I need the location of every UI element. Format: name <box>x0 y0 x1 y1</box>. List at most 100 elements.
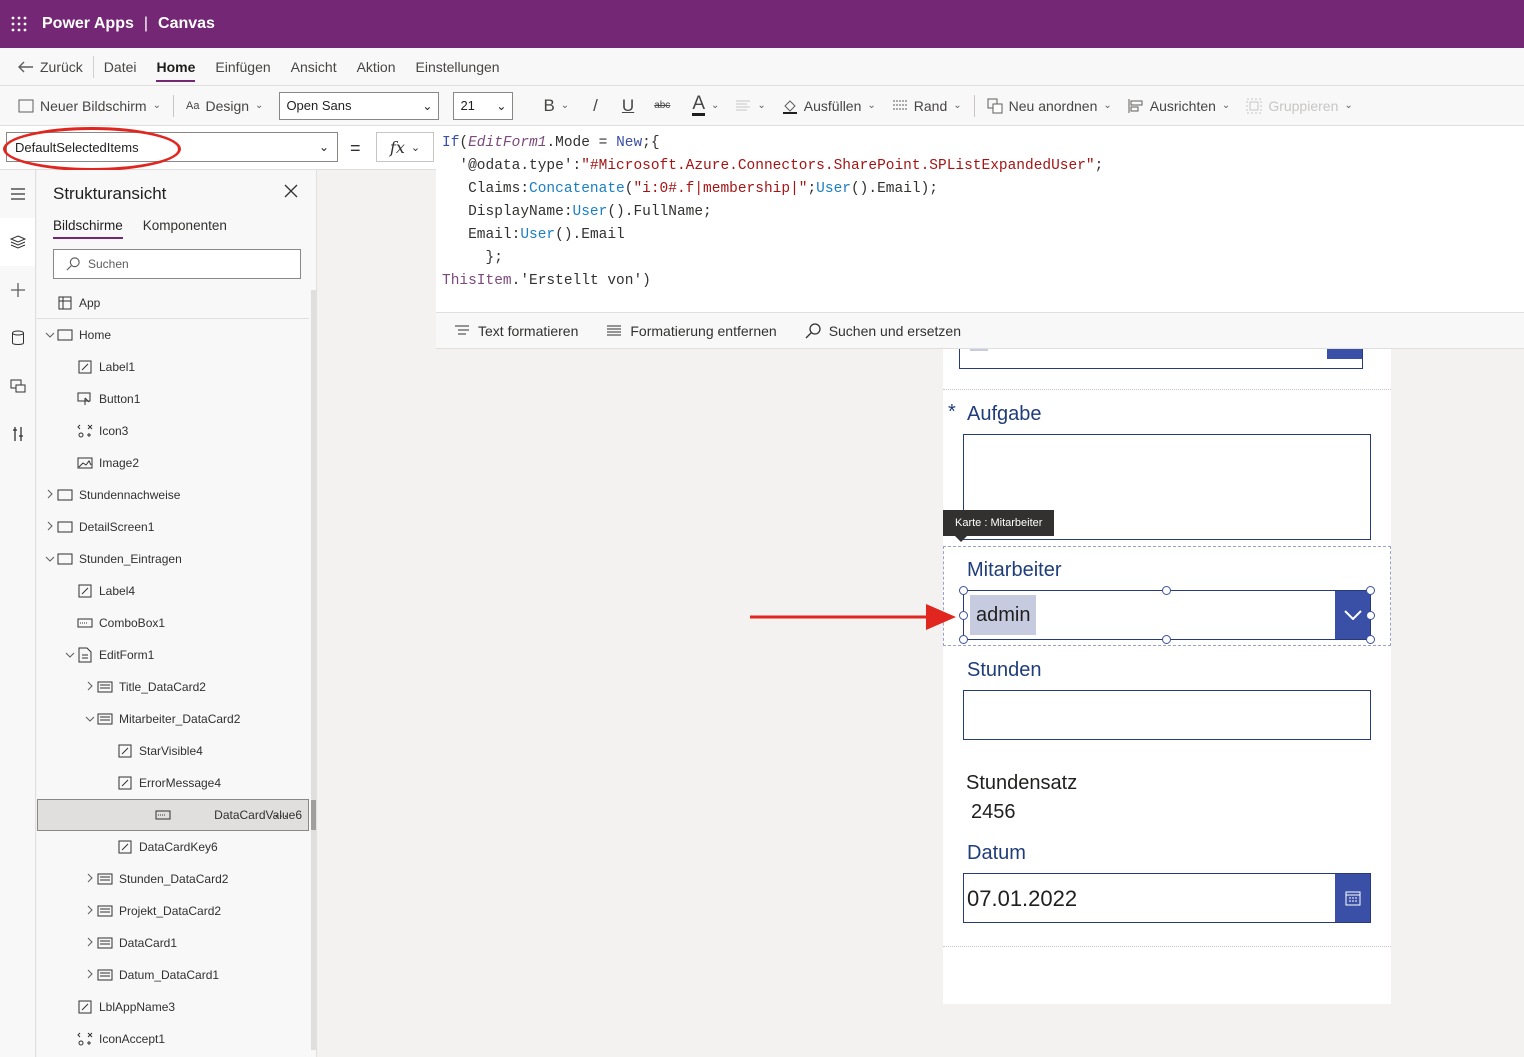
italic-button[interactable]: / <box>585 86 606 126</box>
tree-node[interactable]: Image2 <box>37 447 309 479</box>
chevron-down-icon[interactable] <box>63 650 77 661</box>
format-text-button[interactable]: Text formatieren <box>436 323 592 339</box>
resize-handle[interactable] <box>1366 586 1375 595</box>
resize-handle[interactable] <box>1162 586 1171 595</box>
property-select[interactable]: DefaultSelectedItems ⌄ <box>3 127 338 171</box>
tree-node-label: Stunden_DataCard2 <box>119 872 229 886</box>
tree-view-icon[interactable] <box>0 218 35 266</box>
menu-datei[interactable]: Datei <box>94 48 147 86</box>
menu-aktion[interactable]: Aktion <box>347 48 406 86</box>
stunden-input[interactable] <box>963 690 1371 740</box>
font-color-button[interactable]: A ⌄ <box>684 86 727 126</box>
tree-node[interactable]: Stundennachweise <box>37 479 309 511</box>
datum-datepicker[interactable]: 07.01.2022 <box>963 873 1371 923</box>
menu-einfuegen[interactable]: Einfügen <box>205 48 280 86</box>
font-size-select[interactable]: 21 ⌄ <box>453 91 514 120</box>
bold-button[interactable]: B ⌄ <box>535 86 577 126</box>
combobox-icon <box>77 616 93 630</box>
menu-einstellungen[interactable]: Einstellungen <box>406 48 510 86</box>
data-icon[interactable] <box>0 314 35 362</box>
text-align-icon <box>736 100 751 110</box>
align-button[interactable]: Ausrichten ⌄ <box>1120 86 1239 126</box>
resize-handle[interactable] <box>1366 635 1375 644</box>
label-icon <box>117 744 133 758</box>
chevron-down-icon[interactable] <box>43 554 57 565</box>
font-select[interactable]: Open Sans ⌄ <box>279 91 440 120</box>
menu-ansicht[interactable]: Ansicht <box>281 48 347 86</box>
tree-node[interactable]: DataCard1 <box>37 927 309 959</box>
fill-button[interactable]: Ausfüllen ⌄ <box>774 86 884 126</box>
tree-node[interactable]: DataCardValue6 ··· <box>37 799 309 831</box>
tree-node[interactable]: Datum_DataCard1 <box>37 959 309 991</box>
tree-node[interactable]: ErrorMessage4 <box>37 767 309 799</box>
formula-editor[interactable]: If(EditForm1.Mode = New;{ '@odata.type':… <box>436 130 1524 312</box>
chevron-down-icon[interactable] <box>43 330 57 341</box>
app-launcher-icon[interactable] <box>0 0 38 48</box>
tree-node[interactable]: IconAccept1 <box>37 1023 309 1055</box>
tree-search-input[interactable]: Suchen <box>53 249 301 279</box>
tree-node[interactable]: Button1 <box>37 383 309 415</box>
tree-node[interactable]: StarVisible4 <box>37 735 309 767</box>
tab-components[interactable]: Komponenten <box>143 218 227 239</box>
tree-node-label: Label1 <box>99 360 136 374</box>
tree-node[interactable]: EditForm1 <box>37 639 309 671</box>
text-align-button[interactable]: ⌄ <box>727 86 773 126</box>
resize-handle[interactable] <box>959 586 968 595</box>
mitarbeiter-combobox[interactable]: admin <box>963 590 1371 640</box>
chevron-down-icon[interactable] <box>83 714 97 725</box>
app-icon <box>57 296 73 310</box>
tree-node[interactable]: DetailScreen1 <box>37 511 309 543</box>
tree-node[interactable]: Stunden_DataCard2 <box>37 863 309 895</box>
tree-node[interactable]: Icon3 <box>37 415 309 447</box>
tree-node[interactable]: App <box>37 287 309 319</box>
design-button[interactable]: Aa Design ⌄ <box>178 86 271 126</box>
calendar-button[interactable] <box>1335 874 1370 922</box>
fx-button[interactable]: fx ⌄ <box>376 132 434 162</box>
tree-scrollbar[interactable] <box>311 290 316 1050</box>
resize-handle[interactable] <box>959 635 968 644</box>
card-tooltip: Karte : Mitarbeiter <box>943 510 1055 542</box>
tree-node[interactable]: Projekt_DataCard2 <box>37 895 309 927</box>
tools-icon[interactable] <box>0 410 35 458</box>
chevron-right-icon[interactable] <box>83 905 97 918</box>
media-icon[interactable] <box>0 362 35 410</box>
tree-node[interactable]: Home <box>37 319 309 351</box>
tree-node[interactable]: LblAppName3 <box>37 991 309 1023</box>
group-button[interactable]: Gruppieren ⌄ <box>1238 86 1360 126</box>
tab-screens[interactable]: Bildschirme <box>53 218 123 239</box>
tree-node[interactable]: Mitarbeiter_DataCard2 <box>37 703 309 735</box>
fx-icon: fx <box>389 137 405 157</box>
find-replace-button[interactable]: Suchen und ersetzen <box>791 323 975 339</box>
strikethrough-button[interactable]: abc <box>646 86 678 126</box>
resize-handle[interactable] <box>959 611 968 620</box>
resize-handle[interactable] <box>1366 611 1375 620</box>
remove-format-button[interactable]: Formatierung entfernen <box>592 323 790 339</box>
tree-node[interactable]: ComboBox1 <box>37 607 309 639</box>
tree-node[interactable]: Label4 <box>37 575 309 607</box>
underline-button[interactable]: U <box>614 86 642 126</box>
tree-node-label: Mitarbeiter_DataCard2 <box>119 712 241 726</box>
chevron-right-icon[interactable] <box>83 681 97 694</box>
screen-icon <box>57 328 73 342</box>
tree-node[interactable]: DataCardKey6 <box>37 831 309 863</box>
back-button[interactable]: Zurück <box>0 55 94 78</box>
reorder-button[interactable]: Neu anordnen ⌄ <box>979 86 1120 126</box>
insert-icon[interactable] <box>0 266 35 314</box>
menu-home[interactable]: Home <box>146 48 205 86</box>
tree-node[interactable]: Label1 <box>37 351 309 383</box>
chevron-right-icon[interactable] <box>83 969 97 982</box>
align-label: Ausrichten <box>1149 97 1216 114</box>
hamburger-icon[interactable] <box>0 170 35 218</box>
chevron-right-icon[interactable] <box>43 521 57 534</box>
chevron-right-icon[interactable] <box>83 937 97 950</box>
resize-handle[interactable] <box>1162 635 1171 644</box>
more-options-icon[interactable]: ··· <box>274 807 288 823</box>
combobox-dropdown-button[interactable] <box>1335 591 1370 639</box>
chevron-right-icon[interactable] <box>83 873 97 886</box>
tree-node[interactable]: Title_DataCard2 <box>37 671 309 703</box>
tree-node[interactable]: Stunden_Eintragen <box>37 543 309 575</box>
chevron-right-icon[interactable] <box>43 489 57 502</box>
new-screen-button[interactable]: Neuer Bildschirm ⌄ <box>0 86 169 126</box>
close-icon[interactable] <box>284 184 298 203</box>
border-button[interactable]: Rand ⌄ <box>884 86 970 126</box>
